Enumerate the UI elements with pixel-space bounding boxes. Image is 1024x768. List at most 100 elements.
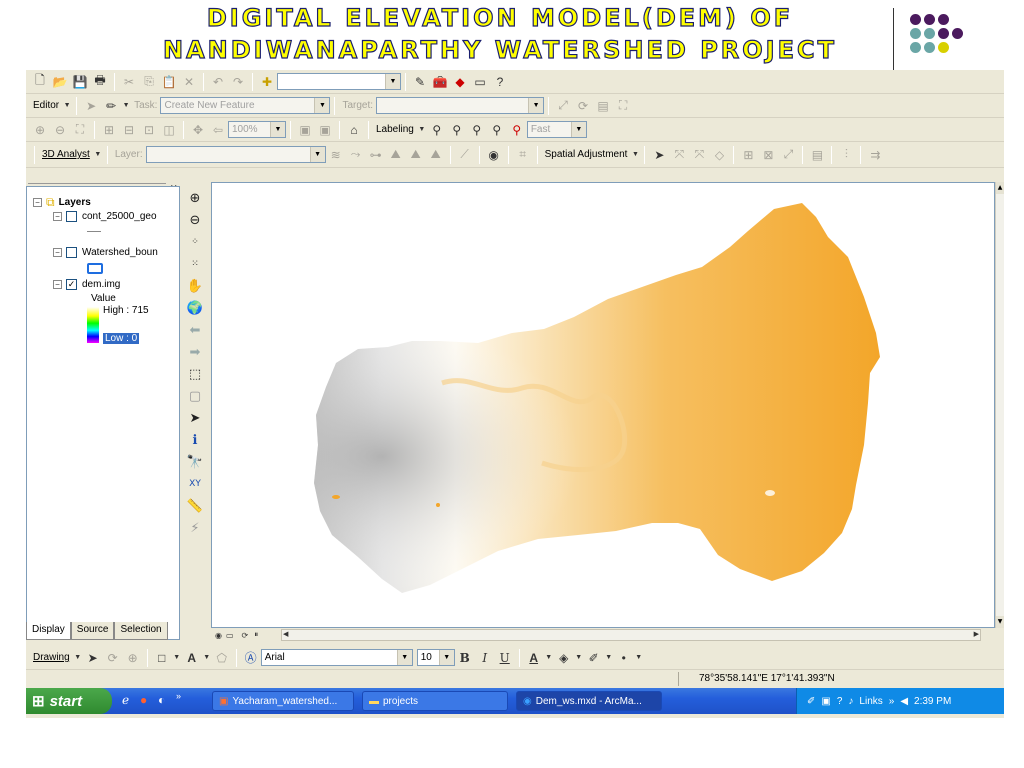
zoom-100-icon[interactable]: ◫: [160, 121, 178, 139]
new-identity-link-icon[interactable]: ⊞: [739, 146, 757, 164]
multi-displacement-icon[interactable]: ◇: [710, 146, 728, 164]
interpolate-line-icon[interactable]: ⛰: [407, 146, 425, 164]
identify-icon[interactable]: ℹ: [185, 430, 205, 450]
new-limited-area-icon[interactable]: ⊠: [759, 146, 777, 164]
full-extent-icon[interactable]: ⊡: [140, 121, 158, 139]
label-manager-icon[interactable]: ⌂: [345, 121, 363, 139]
label-priority-icon[interactable]: ⚲: [508, 121, 526, 139]
clear-selection-icon[interactable]: ▢: [185, 386, 205, 406]
taskbar-item-projects[interactable]: ▬ projects: [362, 691, 508, 711]
zoom-in-fixed-icon[interactable]: ⊕: [31, 121, 49, 139]
fill-color-icon[interactable]: ◈: [555, 649, 573, 667]
go-to-xy-icon[interactable]: XY: [185, 474, 205, 494]
tray-tool-icon[interactable]: ✐: [807, 696, 815, 707]
zoom-combo[interactable]: 100% ▼: [228, 121, 286, 138]
select-elements-icon[interactable]: ➤: [185, 408, 205, 428]
line-of-sight-icon[interactable]: ⊶: [367, 146, 385, 164]
undo-icon[interactable]: ↶: [209, 73, 227, 91]
new-displacement-link-icon[interactable]: ⤧: [670, 146, 688, 164]
command-line-icon[interactable]: ▭: [471, 73, 489, 91]
layer-combo[interactable]: ▼: [145, 146, 326, 163]
bold-button[interactable]: B: [456, 649, 474, 667]
browser-icon[interactable]: ◐: [158, 693, 165, 707]
tray-sound-icon[interactable]: ♪: [848, 696, 853, 707]
zoom-to-selected-icon[interactable]: ⊕: [124, 649, 142, 667]
pan-page-icon[interactable]: ✥: [189, 121, 207, 139]
tab-display[interactable]: Display: [26, 622, 71, 640]
chevron-down-icon[interactable]: ▼: [631, 146, 639, 164]
arctoolbox-icon[interactable]: 🧰: [431, 73, 449, 91]
chevron-down-icon[interactable]: ▼: [94, 146, 102, 164]
redo-icon[interactable]: ↷: [229, 73, 247, 91]
refresh-icon[interactable]: ⟳: [242, 631, 249, 640]
layer-visibility-checkbox[interactable]: [66, 211, 77, 222]
select-elements-icon[interactable]: ➤: [84, 649, 102, 667]
arcglobe-icon[interactable]: ⌗: [514, 146, 532, 164]
editor-toolbar-icon[interactable]: ✎: [411, 73, 429, 91]
editor-menu[interactable]: Editor: [33, 100, 59, 111]
firefox-icon[interactable]: ●: [140, 693, 147, 707]
sketch-properties-icon[interactable]: ⛶: [614, 97, 632, 115]
tray-help-icon[interactable]: ?: [837, 696, 843, 707]
chevron-down-icon[interactable]: ▼: [63, 97, 71, 115]
open-folder-icon[interactable]: 📂: [51, 73, 69, 91]
target-combo[interactable]: ▼: [376, 97, 545, 114]
add-data-icon[interactable]: ✚: [258, 73, 276, 91]
back-page-icon[interactable]: ⇦: [209, 121, 227, 139]
zoom-out-page-icon[interactable]: ⊟: [120, 121, 138, 139]
chevron-down-icon[interactable]: ▼: [418, 121, 426, 139]
save-icon[interactable]: 💾: [71, 73, 89, 91]
scroll-right-icon[interactable]: ▶: [974, 630, 979, 638]
rectangle-icon[interactable]: □: [153, 649, 171, 667]
tray-network-icon[interactable]: ▣: [821, 696, 830, 707]
ie-icon[interactable]: ℯ: [122, 693, 129, 707]
hyperlink-icon[interactable]: ⚡: [185, 518, 205, 538]
zoom-whole-page-icon[interactable]: ⛶: [71, 121, 89, 139]
focus-data-frame-icon[interactable]: ▣: [316, 121, 334, 139]
start-button[interactable]: ⊞ start: [26, 688, 112, 714]
toc-root[interactable]: − ⧉ Layers: [33, 195, 91, 210]
underline-button[interactable]: U: [496, 649, 514, 667]
chevron-down-icon[interactable]: ▼: [173, 649, 181, 667]
pause-drawing-icon[interactable]: ⏸: [254, 630, 258, 640]
tab-selection[interactable]: Selection: [114, 622, 168, 640]
spatial-adjustment-menu[interactable]: Spatial Adjustment: [545, 149, 628, 160]
toc-layer-watershed[interactable]: − Watershed_boun: [53, 247, 158, 258]
legend-low-label[interactable]: Low : 0: [103, 333, 140, 344]
select-elements-icon[interactable]: ➤: [650, 146, 668, 164]
layer-visibility-checkbox[interactable]: [66, 247, 77, 258]
fixed-zoom-out-icon[interactable]: ⁙: [185, 254, 205, 274]
chevron-right-icon[interactable]: »: [176, 691, 181, 701]
chevron-down-icon[interactable]: ▼: [635, 649, 643, 667]
taskbar-item-arcmap[interactable]: ◉ Dem_ws.mxd - ArcMa...: [516, 691, 662, 711]
cut-icon[interactable]: ✂: [120, 73, 138, 91]
contour-icon[interactable]: ≋: [327, 146, 345, 164]
font-color-icon[interactable]: A: [525, 649, 543, 667]
forward-extent-icon[interactable]: ➡: [185, 342, 205, 362]
chevron-down-icon[interactable]: ▼: [203, 649, 211, 667]
font-size-combo[interactable]: 10 ▼: [416, 649, 455, 666]
interpolate-point-icon[interactable]: ⛰: [387, 146, 405, 164]
map-vertical-scrollbar[interactable]: ▲ ▼: [995, 182, 1004, 628]
font-combo[interactable]: Arial ▼: [260, 649, 413, 666]
edit-pointer-icon[interactable]: ➤: [82, 97, 100, 115]
zoom-out-fixed-icon[interactable]: ⊖: [51, 121, 69, 139]
modify-link-icon[interactable]: ⤧: [690, 146, 708, 164]
collapse-icon[interactable]: −: [53, 212, 62, 221]
zoom-in-page-icon[interactable]: ⊞: [100, 121, 118, 139]
lock-labels-icon[interactable]: ⚲: [448, 121, 466, 139]
chevron-down-icon[interactable]: ▼: [575, 649, 583, 667]
3d-analyst-menu[interactable]: 3D Analyst: [42, 149, 90, 160]
edge-match-icon[interactable]: ⫶: [837, 146, 855, 164]
sketch-pencil-icon[interactable]: ✏: [102, 97, 120, 115]
interpolate-polygon-icon[interactable]: ⛰: [427, 146, 445, 164]
toggle-draft-icon[interactable]: ▣: [296, 121, 314, 139]
edit-vertices-icon[interactable]: ⬠: [213, 649, 231, 667]
scroll-up-icon[interactable]: ▲: [996, 182, 1004, 194]
tray-expand-icon[interactable]: ◀: [900, 696, 908, 707]
view-link-table-icon[interactable]: ▤: [808, 146, 826, 164]
map-horizontal-scrollbar[interactable]: ◀ ▶: [281, 629, 981, 641]
rotate-tool-icon[interactable]: ⟳: [574, 97, 592, 115]
map-display[interactable]: [211, 182, 995, 628]
chevron-down-icon[interactable]: ▼: [74, 649, 82, 667]
